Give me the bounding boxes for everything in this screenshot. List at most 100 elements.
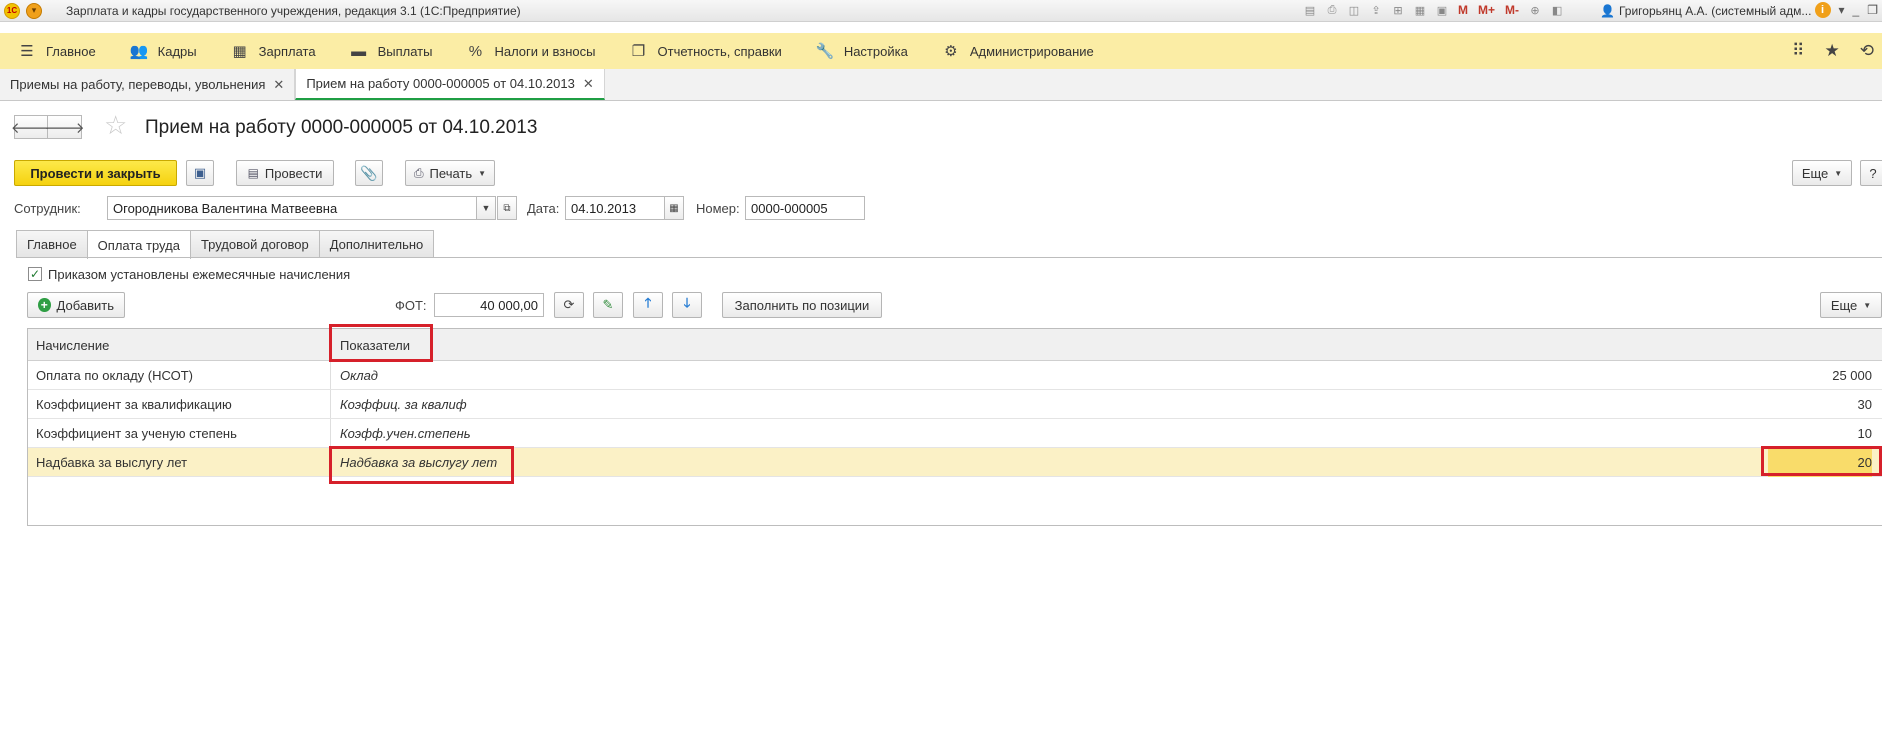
form-tabs: Главное Оплата труда Трудовой договор До… — [16, 230, 435, 259]
tab-additional[interactable]: Дополнительно — [318, 230, 435, 258]
title-toolbar: ▤ ⎙ ◫ ⇪ ⊞ ▦ ▣ M M+ M- ⊕ ◧ — [1302, 2, 1565, 18]
memory-minus-button[interactable]: M- — [1503, 2, 1521, 18]
table-row[interactable]: Оплата по окладу (НСОТ) Оклад 25 000 — [28, 361, 1882, 390]
restore-icon[interactable]: ❐ — [1867, 3, 1878, 17]
more-button[interactable]: Еще ▼ — [1792, 160, 1852, 186]
section-salary[interactable]: ▦ Зарплата — [231, 42, 316, 60]
window-tab-hires-list[interactable]: Приемы на работу, переводы, увольнения ✕ — [0, 69, 296, 100]
panel-icon[interactable]: ◧ — [1549, 2, 1565, 18]
move-up-button[interactable]: 🡑 — [633, 292, 663, 318]
employee-dropdown-button[interactable]: ▼ — [476, 196, 496, 220]
accruals-table[interactable]: Начисление Показатели Оплата по окладу (… — [27, 328, 1882, 526]
favorite-star-icon[interactable]: ☆ — [104, 112, 127, 138]
accrual-cell: Коэффициент за ученую степень — [36, 426, 237, 441]
memory-plus-button[interactable]: M+ — [1476, 2, 1497, 18]
section-label: Администрирование — [969, 43, 1094, 59]
section-payments[interactable]: ▬ Выплаты — [350, 42, 432, 60]
pencil-icon: ✎ — [602, 297, 614, 312]
employee-field[interactable]: Огородникова Валентина Матвеевна — [107, 196, 477, 220]
minimize-icon[interactable]: _ — [1853, 3, 1860, 17]
current-user[interactable]: 👤 Григорьянц А.А. (системный адм... — [1600, 4, 1811, 18]
section-admin[interactable]: ⚙ Администрирование — [942, 42, 1094, 60]
section-hr[interactable]: 👥 Кадры — [130, 42, 197, 60]
save-icon[interactable]: ▤ — [1302, 2, 1318, 18]
print-button[interactable]: ⎙ Печать ▼ — [405, 160, 495, 186]
fot-field[interactable]: 40 000,00 — [434, 293, 544, 317]
attach-button[interactable]: 📎 — [355, 160, 383, 186]
forward-button[interactable]: 🡒 — [44, 115, 85, 139]
section-reports[interactable]: ❐ Отчетность, справки — [630, 42, 782, 60]
refresh-button[interactable]: ⟳ — [554, 292, 584, 318]
links-icon[interactable]: ⇪ — [1368, 2, 1384, 18]
window-tab-label: Приемы на работу, переводы, увольнения — [10, 77, 266, 92]
chevron-down-icon: ▼ — [478, 168, 487, 178]
history-icon[interactable]: ⟲ — [1860, 41, 1874, 61]
table-more-button[interactable]: Еще ▼ — [1820, 292, 1882, 318]
save-button[interactable]: ▣ — [186, 160, 214, 186]
move-down-button[interactable]: 🡓 — [672, 292, 702, 318]
print-button-label: Печать — [429, 165, 473, 181]
tab-payment[interactable]: Оплата труда — [86, 230, 191, 259]
window-tab-hire-document[interactable]: Прием на работу 0000-000005 от 04.10.201… — [295, 69, 605, 100]
main-menu-icon[interactable]: ▾ — [26, 2, 42, 19]
date-field[interactable]: 04.10.2013 — [565, 196, 665, 220]
percent-icon: % — [468, 42, 483, 60]
section-label: Зарплата — [258, 43, 316, 59]
number-field[interactable]: 0000-000005 — [745, 196, 865, 220]
chevron-down-icon: ▼ — [1863, 300, 1872, 310]
page-title: Прием на работу 0000-000005 от 04.10.201… — [145, 117, 538, 138]
value-cell[interactable]: 10 — [1858, 419, 1872, 448]
table-icon[interactable]: ▦ — [1412, 2, 1428, 18]
refresh-icon: ⟳ — [563, 297, 575, 312]
wallet-icon: ▬ — [351, 42, 367, 60]
section-main[interactable]: ☰ Главное — [18, 42, 95, 60]
hamburger-icon: ☰ — [20, 43, 34, 60]
edit-button[interactable]: ✎ — [593, 292, 623, 318]
table-row[interactable]: Коэффициент за ученую степень Коэфф.учен… — [28, 419, 1882, 448]
help-button[interactable]: ? — [1860, 160, 1882, 186]
add-button[interactable]: + Добавить — [27, 292, 125, 318]
zoom-icon[interactable]: ⊕ — [1527, 2, 1543, 18]
tab-labor-contract[interactable]: Трудовой договор — [189, 230, 320, 258]
arrow-right-icon: 🡒 — [44, 119, 85, 137]
open-windows-bar: Приемы на работу, переводы, увольнения ✕… — [0, 69, 1882, 101]
favorites-icon[interactable]: ★ — [1825, 41, 1840, 61]
window-title: Зарплата и кадры государственного учрежд… — [66, 3, 521, 18]
post-and-close-button[interactable]: Провести и закрыть — [14, 160, 177, 186]
close-icon[interactable]: ✕ — [583, 76, 594, 92]
dropdown-icon[interactable]: ▾ — [1839, 3, 1845, 17]
calendar-icon: ▦ — [669, 202, 679, 214]
print-icon[interactable]: ⎙ — [1324, 2, 1340, 18]
monthly-accruals-checkbox[interactable]: ✓ — [28, 267, 42, 281]
preview-icon[interactable]: ◫ — [1346, 2, 1362, 18]
save-icon: ▣ — [193, 165, 207, 180]
post-button[interactable]: ▤ Провести — [236, 160, 334, 186]
all-functions-icon[interactable]: ⠿ — [1792, 41, 1804, 61]
employee-label: Сотрудник: — [14, 201, 81, 216]
column-header-accrual[interactable]: Начисление — [36, 329, 109, 361]
tree-icon[interactable]: ⊞ — [1390, 2, 1406, 18]
calendar-icon[interactable]: ▣ — [1434, 2, 1450, 18]
employee-open-button[interactable]: ⧉ — [497, 196, 517, 220]
fill-by-position-button[interactable]: Заполнить по позиции — [722, 292, 882, 318]
paperclip-icon: 📎 — [360, 164, 378, 181]
section-taxes[interactable]: % Налоги и взносы — [466, 42, 596, 60]
section-label: Кадры — [157, 43, 197, 59]
section-settings[interactable]: 🔧 Настройка — [816, 42, 908, 60]
table-row-selected[interactable]: Надбавка за выслугу лет Надбавка за высл… — [28, 448, 1882, 477]
chevron-down-icon: ▼ — [481, 203, 491, 213]
value-cell[interactable]: 30 — [1858, 390, 1872, 419]
section-label: Налоги и взносы — [494, 43, 596, 59]
value-cell[interactable]: 25 000 — [1832, 361, 1872, 390]
reports-icon: ❐ — [631, 43, 646, 60]
window-tab-label: Прием на работу 0000-000005 от 04.10.201… — [306, 76, 575, 91]
info-icon[interactable]: i — [1814, 2, 1831, 18]
date-label: Дата: — [527, 201, 560, 216]
close-icon[interactable]: ✕ — [273, 77, 284, 93]
app-logo-icon: 1С — [4, 2, 20, 19]
tab-main[interactable]: Главное — [16, 230, 88, 258]
date-picker-button[interactable]: ▦ — [664, 196, 684, 220]
back-button[interactable]: 🡐 — [11, 115, 51, 139]
table-row[interactable]: Коэффициент за квалификацию Коэффиц. за … — [28, 390, 1882, 419]
memory-m-button[interactable]: M — [1456, 2, 1470, 18]
